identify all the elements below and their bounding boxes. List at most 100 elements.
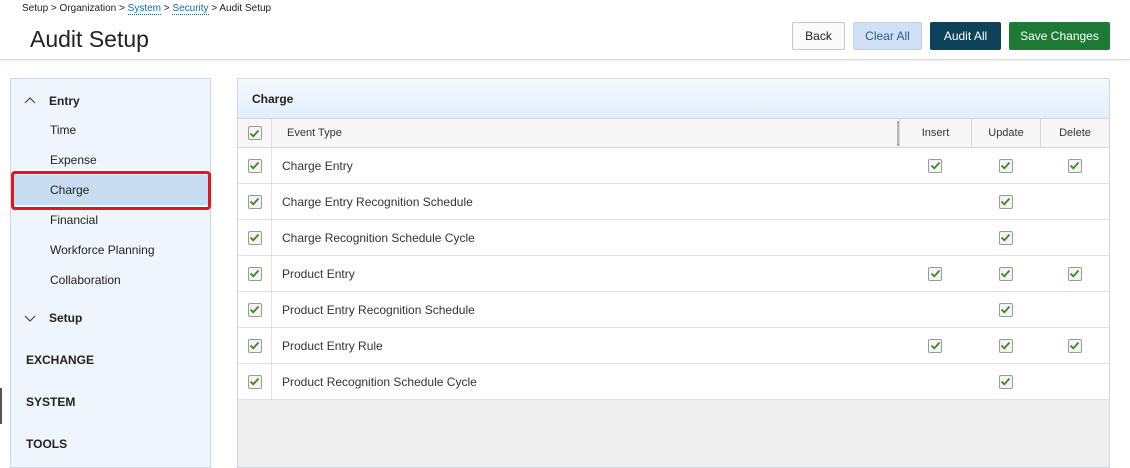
insert-cell: [899, 184, 971, 219]
insert-checkbox[interactable]: [928, 338, 942, 353]
table-row: Product Recognition Schedule Cycle: [238, 364, 1109, 400]
breadcrumb-link-system[interactable]: System: [127, 3, 161, 15]
checkmark-icon: [249, 197, 260, 206]
breadcrumb: Setup > Organization > System > Security…: [22, 3, 272, 15]
row-select-cell: [238, 364, 272, 399]
checkmark-icon: [930, 341, 940, 350]
update-checkbox[interactable]: [998, 230, 1013, 245]
audit-all-button[interactable]: Audit All: [930, 22, 1001, 50]
save-changes-button[interactable]: Save Changes: [1009, 22, 1110, 50]
checkmark-icon: [1000, 233, 1011, 242]
table-header-row: Event Type Insert Update Delete: [238, 119, 1109, 148]
delete-cell: [1040, 364, 1109, 399]
checkmark-icon: [1000, 197, 1011, 206]
table-row: Product Entry Recognition Schedule: [238, 292, 1109, 328]
update-cell: [971, 148, 1040, 183]
event-type-name: Charge Recognition Schedule Cycle: [282, 230, 475, 245]
column-header-event-type[interactable]: Event Type: [287, 119, 342, 147]
checkmark-icon: [1000, 305, 1011, 314]
sidebar-item-charge[interactable]: Charge: [11, 175, 210, 205]
checkmark-icon: [249, 341, 260, 350]
row-select-checkbox[interactable]: [247, 194, 262, 209]
delete-checkbox[interactable]: [1067, 338, 1082, 353]
sidebar-scroll-marker: [0, 388, 2, 424]
delete-cell: [1040, 256, 1109, 291]
table-row: Charge Entry Recognition Schedule: [238, 184, 1109, 220]
page-title: Audit Setup: [30, 26, 149, 52]
panel-title: Charge: [238, 79, 1109, 119]
checkmark-icon: [930, 269, 940, 278]
sidebar-section-setup[interactable]: Setup: [11, 306, 82, 330]
checkmark-icon: [1000, 161, 1011, 170]
event-type-name: Product Entry Rule: [282, 338, 383, 353]
insert-cell: [899, 256, 971, 291]
delete-cell: [1040, 148, 1109, 183]
table-row: Charge Entry: [238, 148, 1109, 184]
row-select-checkbox[interactable]: [247, 374, 262, 389]
event-type-name: Product Entry: [282, 266, 355, 281]
column-header-insert[interactable]: Insert: [899, 119, 971, 147]
sidebar-category-system[interactable]: SYSTEM: [26, 395, 75, 409]
event-type-name: Product Recognition Schedule Cycle: [282, 374, 477, 389]
event-type-name: Charge Entry: [282, 158, 353, 173]
row-select-cell: [238, 148, 272, 183]
row-select-checkbox[interactable]: [247, 338, 262, 353]
delete-checkbox[interactable]: [1067, 158, 1082, 173]
row-select-checkbox[interactable]: [247, 302, 262, 317]
breadcrumb-organization: Organization: [59, 3, 117, 14]
sidebar-item-financial[interactable]: Financial: [11, 205, 210, 235]
column-header-update[interactable]: Update: [971, 119, 1040, 147]
checkmark-icon: [249, 161, 260, 170]
sidebar-item-collaboration[interactable]: Collaboration: [11, 265, 210, 295]
event-type-name: Charge Entry Recognition Schedule: [282, 194, 473, 209]
delete-checkbox[interactable]: [1067, 266, 1082, 281]
row-select-checkbox[interactable]: [247, 230, 262, 245]
insert-checkbox[interactable]: [928, 158, 942, 173]
update-checkbox[interactable]: [998, 194, 1013, 209]
row-select-cell: [238, 328, 272, 363]
update-checkbox[interactable]: [998, 158, 1013, 173]
checkmark-icon: [1069, 341, 1080, 350]
update-checkbox[interactable]: [998, 374, 1013, 389]
sidebar-item-expense[interactable]: Expense: [11, 145, 210, 175]
table-row: Product Entry: [238, 256, 1109, 292]
sidebar-item-time[interactable]: Time: [11, 115, 210, 145]
audit-table: Event Type Insert Update Delete Charge E…: [238, 119, 1109, 400]
sidebar-category-exchange[interactable]: EXCHANGE: [26, 353, 94, 367]
back-button[interactable]: Back: [792, 22, 845, 50]
update-checkbox[interactable]: [998, 302, 1013, 317]
clear-all-button[interactable]: Clear All: [853, 22, 922, 50]
sidebar-category-tools[interactable]: TOOLS: [26, 437, 67, 451]
checkmark-icon: [249, 129, 260, 138]
charge-panel: Charge Event Type Insert Update Delete C…: [237, 78, 1110, 468]
breadcrumb-setup: Setup: [22, 3, 49, 14]
insert-cell: [899, 364, 971, 399]
column-header-delete[interactable]: Delete: [1040, 119, 1109, 147]
insert-checkbox[interactable]: [928, 266, 942, 281]
sidebar: Entry Time Expense Charge Financial Work…: [10, 78, 211, 468]
sidebar-item-workforce-planning[interactable]: Workforce Planning: [11, 235, 210, 265]
update-checkbox[interactable]: [998, 266, 1013, 281]
update-checkbox[interactable]: [998, 338, 1013, 353]
checkmark-icon: [1000, 269, 1011, 278]
row-select-checkbox[interactable]: [247, 266, 262, 281]
insert-cell: [899, 148, 971, 183]
row-select-cell: [238, 292, 272, 327]
table-row: Charge Recognition Schedule Cycle: [238, 220, 1109, 256]
breadcrumb-link-security[interactable]: Security: [172, 3, 209, 15]
breadcrumb-current: Audit Setup: [219, 3, 272, 14]
update-cell: [971, 364, 1040, 399]
delete-cell: [1040, 292, 1109, 327]
row-select-checkbox[interactable]: [247, 158, 262, 173]
checkmark-icon: [1069, 269, 1080, 278]
update-cell: [971, 328, 1040, 363]
checkmark-icon: [1069, 161, 1080, 170]
checkmark-icon: [249, 269, 260, 278]
sidebar-section-label: Entry: [49, 94, 80, 108]
table-row: Product Entry Rule: [238, 328, 1109, 364]
update-cell: [971, 220, 1040, 255]
sidebar-section-entry[interactable]: Entry: [11, 89, 80, 113]
select-all-checkbox[interactable]: [247, 126, 262, 140]
update-cell: [971, 256, 1040, 291]
event-type-name: Product Entry Recognition Schedule: [282, 302, 475, 317]
